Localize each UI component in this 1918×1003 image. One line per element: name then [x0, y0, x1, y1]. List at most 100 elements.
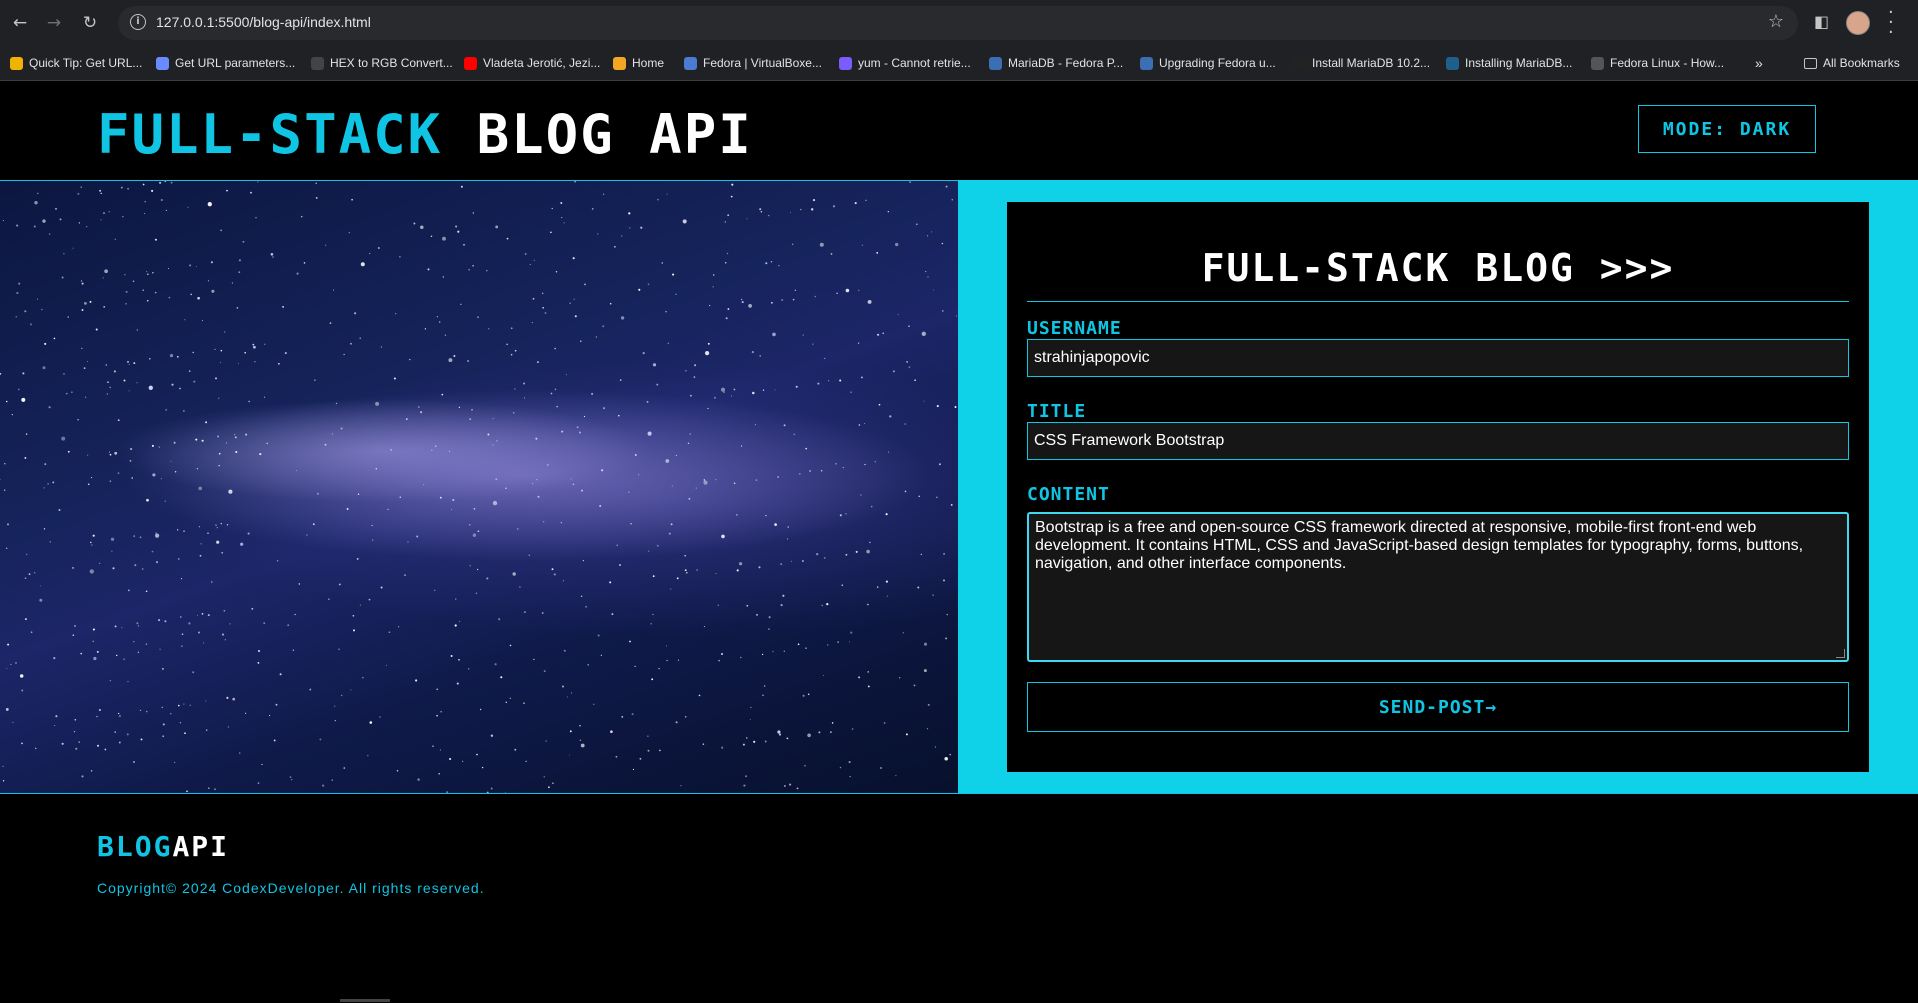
- star: [359, 604, 361, 606]
- star: [531, 322, 533, 324]
- star: [665, 459, 670, 463]
- star: [646, 400, 649, 403]
- title-input[interactable]: CSS Framework Bootstrap: [1027, 422, 1849, 460]
- star: [933, 289, 935, 291]
- star: [356, 557, 359, 560]
- star: [544, 312, 547, 314]
- star: [751, 351, 754, 354]
- star: [214, 348, 216, 351]
- bookmark-item[interactable]: yum - Cannot retrie...: [839, 54, 971, 72]
- star: [104, 748, 107, 751]
- bookmark-item[interactable]: Installing MariaDB...: [1446, 54, 1572, 72]
- star: [118, 741, 121, 744]
- star: [77, 419, 79, 421]
- bookmark-item[interactable]: Get URL parameters...: [156, 54, 295, 72]
- address-url[interactable]: 127.0.0.1:5500/blog-api/index.html: [156, 14, 371, 30]
- star: [127, 681, 129, 683]
- star: [375, 401, 380, 406]
- star: [226, 696, 229, 699]
- bookmark-item[interactable]: Vladeta Jerotić, Jezi...: [464, 54, 600, 72]
- star: [436, 316, 439, 318]
- star: [28, 573, 31, 575]
- star: [827, 644, 829, 646]
- forward-icon[interactable]: →: [42, 11, 66, 35]
- username-input[interactable]: strahinjapopovic: [1027, 339, 1849, 377]
- star: [580, 743, 585, 748]
- bookmark-item[interactable]: HEX to RGB Convert...: [311, 54, 453, 72]
- star: [159, 648, 161, 650]
- site-info-icon[interactable]: i: [130, 14, 146, 30]
- star: [231, 282, 233, 284]
- star: [292, 649, 294, 651]
- star: [195, 438, 198, 441]
- side-panel-icon[interactable]: ◧: [1814, 12, 1829, 31]
- star: [104, 269, 108, 274]
- star: [550, 392, 553, 395]
- star: [495, 225, 499, 229]
- send-post-button[interactable]: Send-Post→: [1027, 682, 1849, 732]
- star: [200, 543, 202, 545]
- star: [523, 382, 526, 385]
- star: [580, 340, 582, 343]
- star: [807, 693, 810, 696]
- star: [821, 604, 823, 607]
- all-bookmarks[interactable]: All Bookmarks: [1804, 54, 1900, 72]
- star: [597, 233, 599, 235]
- star: [923, 642, 928, 646]
- star: [715, 479, 717, 481]
- star: [409, 358, 411, 361]
- bookmark-item[interactable]: Fedora Linux - How...: [1591, 54, 1724, 72]
- star: [207, 532, 209, 534]
- bookmark-item[interactable]: Quick Tip: Get URL...: [10, 54, 142, 72]
- star: [144, 200, 146, 203]
- star: [721, 746, 724, 749]
- content-textarea[interactable]: Bootstrap is a free and open-source CSS …: [1027, 512, 1849, 662]
- bookmark-favicon-icon: [1591, 56, 1604, 70]
- star: [39, 585, 41, 587]
- back-icon[interactable]: ←: [8, 11, 32, 35]
- mode-toggle-button[interactable]: Mode: Dark: [1638, 105, 1816, 153]
- reload-icon[interactable]: ↻: [78, 11, 102, 35]
- star: [49, 541, 51, 543]
- star: [298, 583, 300, 585]
- star: [197, 296, 200, 300]
- resize-handle[interactable]: [1836, 649, 1845, 658]
- profile-avatar[interactable]: [1846, 11, 1870, 35]
- star: [848, 641, 851, 643]
- star: [490, 787, 493, 790]
- bookmark-item[interactable]: Home: [613, 54, 664, 72]
- star: [458, 658, 460, 661]
- star: [561, 430, 564, 433]
- more-bookmarks-icon[interactable]: »: [1755, 54, 1763, 72]
- bookmark-item[interactable]: MariaDB - Fedora P...: [989, 54, 1123, 72]
- star: [675, 454, 678, 457]
- star: [882, 332, 885, 335]
- bookmark-item[interactable]: Upgrading Fedora u...: [1140, 54, 1276, 72]
- star: [325, 244, 327, 246]
- bookmark-item[interactable]: Fedora | VirtualBoxe...: [684, 54, 822, 72]
- star: [500, 676, 503, 679]
- footer-logo[interactable]: BlogAPI: [97, 830, 229, 863]
- star: [232, 697, 236, 701]
- star: [629, 640, 631, 643]
- star: [189, 264, 192, 267]
- star: [738, 562, 743, 566]
- address-bar[interactable]: i 127.0.0.1:5500/blog-api/index.html ☆: [118, 6, 1798, 40]
- star: [685, 370, 687, 372]
- star: [87, 483, 90, 486]
- star: [148, 385, 153, 390]
- star: [787, 526, 789, 528]
- star: [792, 243, 794, 245]
- bookmark-item[interactable]: Install MariaDB 10.2...: [1293, 54, 1430, 72]
- star: [927, 276, 929, 278]
- browser-toolbar: ← → ↻ i 127.0.0.1:5500/blog-api/index.ht…: [0, 0, 1918, 46]
- star: [227, 726, 230, 728]
- star: [220, 229, 222, 232]
- menu-icon[interactable]: · · ·: [1888, 4, 1894, 42]
- star: [467, 360, 469, 362]
- star: [931, 231, 933, 233]
- bookmark-star-icon[interactable]: ☆: [1768, 11, 1784, 32]
- star: [415, 679, 418, 682]
- star: [354, 312, 357, 315]
- star: [666, 645, 668, 647]
